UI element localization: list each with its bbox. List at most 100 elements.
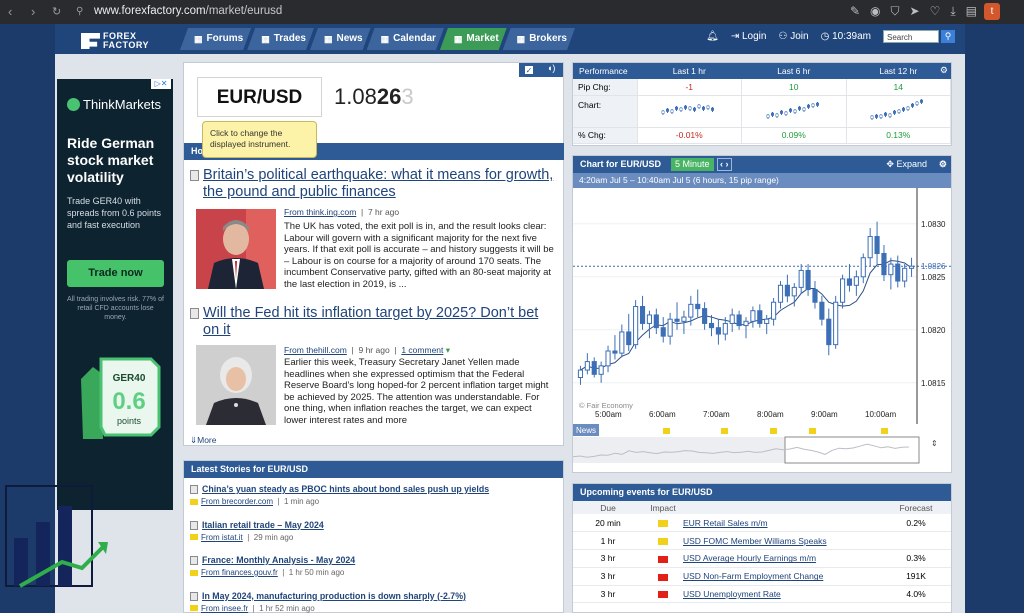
event-row[interactable]: 3 hr USD Average Hourly Earnings m/m 0.3% bbox=[573, 549, 951, 568]
watermark-logo bbox=[5, 485, 108, 588]
ad-choices-icon[interactable]: ▷✕ bbox=[151, 79, 171, 89]
impact-icon bbox=[643, 514, 683, 533]
latest-story-meta: From istat.it | 29 min ago bbox=[190, 533, 324, 542]
event-name[interactable]: USD Average Hourly Earnings m/m bbox=[683, 549, 881, 568]
tabs-icon[interactable]: ▤ bbox=[966, 4, 977, 19]
nav-tab-trades[interactable]: ▦ Trades bbox=[247, 28, 314, 50]
event-name[interactable]: USD Unemployment Rate bbox=[683, 585, 881, 604]
event-row[interactable]: 3 hr USD Non-Farm Employment Change 191K bbox=[573, 567, 951, 586]
col-due: Due bbox=[573, 501, 643, 514]
latest-story-title[interactable]: Italian retail trade – May 2024 bbox=[202, 520, 324, 530]
story-photo-starmer[interactable] bbox=[196, 209, 276, 289]
search-button[interactable]: ⚲ bbox=[941, 30, 955, 43]
settings-gear-icon[interactable]: ⚙ bbox=[940, 65, 948, 76]
nav-tab-news[interactable]: ▦ News bbox=[310, 28, 371, 50]
nav-tab-calendar[interactable]: ▦ Calendar bbox=[367, 28, 444, 50]
news-label: News bbox=[576, 426, 596, 435]
event-name[interactable]: USD Non-Farm Employment Change bbox=[683, 567, 881, 586]
forward-icon[interactable]: › bbox=[31, 4, 35, 19]
ad-headline: Ride German stock market volatility bbox=[67, 135, 155, 185]
event-forecast: 191K bbox=[881, 567, 951, 586]
address-bar[interactable]: www.forexfactory.com/market/eurusd bbox=[94, 5, 282, 17]
more-stories-link[interactable]: ⇓More bbox=[190, 435, 217, 446]
event-forecast: 4.0% bbox=[881, 585, 951, 604]
event-due: 3 hr bbox=[573, 567, 643, 586]
candle bbox=[612, 335, 618, 360]
comments-link[interactable]: 1 comment bbox=[401, 345, 443, 355]
performance-header: Performance bbox=[573, 63, 637, 79]
candlestick-chart[interactable]: 10:00am 9:00am 8:00am 7:00am 6:00am 5:00am 1.0… bbox=[573, 188, 951, 472]
download-icon[interactable]: ⤓ bbox=[950, 4, 955, 19]
profile-avatar[interactable]: t bbox=[984, 3, 1000, 20]
x-tick-label: 6:00am bbox=[649, 410, 676, 419]
candle bbox=[771, 298, 777, 326]
event-forecast: 0.3% bbox=[881, 549, 951, 568]
news-marker-icon[interactable] bbox=[809, 428, 816, 434]
news-marker-icon[interactable] bbox=[663, 428, 670, 434]
news-marker-icon[interactable] bbox=[721, 428, 728, 434]
latest-story-title[interactable]: In May 2024, manufacturing production is… bbox=[202, 591, 466, 601]
candle bbox=[819, 295, 825, 326]
story-body: The UK has voted, the exit poll is in, a… bbox=[284, 221, 554, 290]
candle bbox=[660, 317, 666, 343]
pct-chg-label: % Chg: bbox=[573, 127, 638, 144]
chart-header: Chart for EUR/USD 5 Minute ‹ › ✥ Expand … bbox=[573, 156, 951, 173]
reload-icon[interactable]: ↻ bbox=[52, 5, 61, 18]
latest-story-title[interactable]: China’s yuan steady as PBOC hints about … bbox=[202, 484, 489, 494]
shield-icon[interactable]: ⛉ bbox=[890, 4, 899, 19]
checkbox-icon[interactable]: ✓ bbox=[524, 65, 534, 75]
candle bbox=[715, 319, 721, 345]
news-marker-icon[interactable] bbox=[770, 428, 777, 434]
browser-actions: ✎◉⛉➤♡⤓▤≡ bbox=[850, 4, 994, 19]
edit-icon[interactable]: ✎ bbox=[850, 4, 860, 19]
join-link[interactable]: ⚇ Join bbox=[778, 31, 808, 42]
chart-settings-icon[interactable]: ⚙ bbox=[939, 156, 947, 173]
upcoming-events-header: Upcoming events for EUR/USD bbox=[573, 484, 951, 501]
event-name[interactable]: EUR Retail Sales m/m bbox=[683, 514, 881, 533]
ad-promo-value: 0.6 bbox=[112, 388, 145, 415]
expand-button[interactable]: ✥ Expand bbox=[886, 156, 927, 173]
event-row[interactable]: 1 hr USD FOMC Member Williams Speaks bbox=[573, 531, 951, 551]
trade-now-button[interactable]: Trade now bbox=[67, 260, 164, 287]
story-photo-yellen[interactable] bbox=[196, 345, 276, 425]
x-tick-label: 9:00am bbox=[811, 410, 838, 419]
instrument-selector[interactable]: EUR/USD bbox=[197, 77, 322, 117]
thinkmarkets-ad[interactable]: ▷✕ ThinkMarkets Ride German stock market… bbox=[57, 79, 173, 510]
news-marker-icon[interactable] bbox=[881, 428, 888, 434]
latest-story-title[interactable]: France: Monthly Analysis - May 2024 bbox=[202, 555, 355, 565]
event-row[interactable]: 20 min EUR Retail Sales m/m 0.2% bbox=[573, 514, 951, 533]
pip-chg-12hr: 14 bbox=[846, 79, 951, 96]
nav-tab-market[interactable]: ▦ Market bbox=[440, 28, 507, 50]
ad-body: Trade GER40 with spreads from 0.6 points… bbox=[67, 196, 162, 230]
site-info-icon[interactable]: ⚲ bbox=[76, 6, 83, 17]
nav-tab-forums[interactable]: ▦ Forums bbox=[180, 28, 251, 50]
nav-tab-label: News bbox=[336, 33, 363, 44]
pip-chg-label: Pip Chg: bbox=[573, 79, 638, 96]
event-name[interactable]: USD FOMC Member Williams Speaks bbox=[683, 531, 881, 551]
story-title[interactable]: Britain’s political earthquake: what it … bbox=[203, 167, 558, 201]
send-icon[interactable]: ➤ bbox=[910, 4, 920, 19]
event-forecast: 0.2% bbox=[881, 514, 951, 533]
nav-tab-brokers[interactable]: ▦ Brokers bbox=[503, 28, 575, 50]
candle bbox=[702, 302, 708, 330]
heart-icon[interactable]: ♡ bbox=[930, 4, 941, 19]
clock[interactable]: ◷ 10:39am bbox=[821, 31, 871, 42]
chart-source: © Fair Economy bbox=[579, 401, 633, 410]
login-link[interactable]: ⇥ Login bbox=[731, 31, 767, 42]
bell-icon[interactable]: 🔔︎ bbox=[706, 31, 719, 42]
camera-icon[interactable]: ◉ bbox=[870, 4, 880, 19]
sound-icon[interactable]: ◖) bbox=[547, 63, 555, 73]
navigator-arrows[interactable]: ⇕ bbox=[931, 439, 938, 448]
story-title[interactable]: Will the Fed hit its inflation target by… bbox=[203, 305, 558, 339]
back-icon[interactable]: ‹ bbox=[8, 4, 12, 19]
market-main-card: ✓ ◖) EUR/USD 1.08263 Hottest Stories Cli… bbox=[183, 62, 564, 446]
timeframe-arrows[interactable]: ‹ › bbox=[717, 158, 732, 171]
story-body: Earlier this week, Treasury Secretary Ja… bbox=[284, 357, 549, 426]
event-due: 3 hr bbox=[573, 549, 643, 568]
search-input[interactable]: Search bbox=[883, 30, 939, 43]
timeframe-selector[interactable]: 5 Minute bbox=[671, 158, 714, 171]
forex-factory-logo[interactable]: FOREX FACTORY bbox=[81, 31, 175, 51]
event-row[interactable]: 3 hr USD Unemployment Rate 4.0% bbox=[573, 585, 951, 604]
story-1: Britain’s political earthquake: what it … bbox=[190, 167, 558, 290]
story-meta: From thehill.com | 9 hr ago | 1 comment … bbox=[284, 345, 451, 355]
